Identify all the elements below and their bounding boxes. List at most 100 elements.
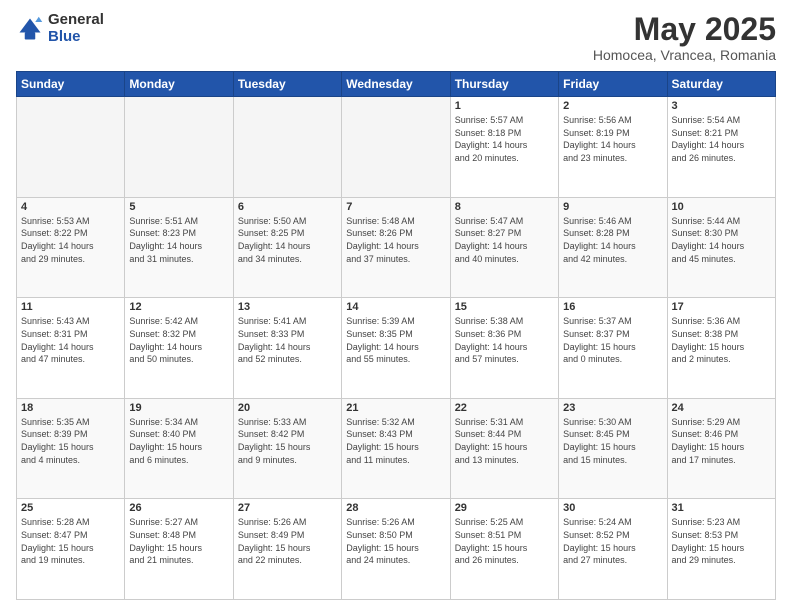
day-number: 4 xyxy=(21,201,120,213)
table-row: 14Sunrise: 5:39 AM Sunset: 8:35 PM Dayli… xyxy=(342,298,450,399)
day-number: 1 xyxy=(455,100,554,112)
day-number: 6 xyxy=(238,201,337,213)
day-info: Sunrise: 5:30 AM Sunset: 8:45 PM Dayligh… xyxy=(563,416,662,466)
col-monday: Monday xyxy=(125,72,233,97)
day-info: Sunrise: 5:56 AM Sunset: 8:19 PM Dayligh… xyxy=(563,114,662,164)
day-info: Sunrise: 5:31 AM Sunset: 8:44 PM Dayligh… xyxy=(455,416,554,466)
table-row xyxy=(17,97,125,198)
table-row: 3Sunrise: 5:54 AM Sunset: 8:21 PM Daylig… xyxy=(667,97,775,198)
day-info: Sunrise: 5:34 AM Sunset: 8:40 PM Dayligh… xyxy=(129,416,228,466)
table-row: 22 Sunrise: 5:31 AM Sunset: 8:44 PM Dayli… xyxy=(450,398,558,499)
day-info: Sunrise: 5:50 AM Sunset: 8:25 PM Dayligh… xyxy=(238,215,337,265)
table-row: 20 Sunrise: 5:33 AM Sunset: 8:42 PM Dayli… xyxy=(233,398,341,499)
day-info: Sunrise: 5:48 AM Sunset: 8:26 PM Dayligh… xyxy=(346,215,445,265)
calendar-header-row: Sunday Monday Tuesday Wednesday Thursday… xyxy=(17,72,776,97)
day-number: 5 xyxy=(129,201,228,213)
day-info: Sunrise: 5:32 AM Sunset: 8:43 PM Dayligh… xyxy=(346,416,445,466)
day-info: Sunrise: 5:23 AM Sunset: 8:53 PM Dayligh… xyxy=(672,516,771,566)
table-row: 15Sunrise: 5:38 AM Sunset: 8:36 PM Dayli… xyxy=(450,298,558,399)
day-info: Sunrise: 5:28 AM Sunset: 8:47 PM Dayligh… xyxy=(21,516,120,566)
day-info: Sunrise: 5:26 AM Sunset: 8:50 PM Dayligh… xyxy=(346,516,445,566)
day-info: Sunrise: 5:53 AM Sunset: 8:22 PM Dayligh… xyxy=(21,215,120,265)
calendar-week-4: 25 Sunrise: 5:28 AM Sunset: 8:47 PM Dayli… xyxy=(17,499,776,600)
day-number: 13 xyxy=(238,301,337,313)
day-number: 27 xyxy=(238,502,337,514)
table-row: 28Sunrise: 5:26 AM Sunset: 8:50 PM Dayli… xyxy=(342,499,450,600)
col-tuesday: Tuesday xyxy=(233,72,341,97)
day-number: 18 xyxy=(21,402,120,414)
day-number: 17 xyxy=(672,301,771,313)
table-row: 29 Sunrise: 5:25 AM Sunset: 8:51 PM Dayli… xyxy=(450,499,558,600)
calendar-week-0: 1 Sunrise: 5:57 AM Sunset: 8:18 PM Daylig… xyxy=(17,97,776,198)
col-saturday: Saturday xyxy=(667,72,775,97)
day-number: 16 xyxy=(563,301,662,313)
month-title: May 2025 xyxy=(593,12,776,47)
day-number: 7 xyxy=(346,201,445,213)
day-info: Sunrise: 5:33 AM Sunset: 8:42 PM Dayligh… xyxy=(238,416,337,466)
day-info: Sunrise: 5:25 AM Sunset: 8:51 PM Dayligh… xyxy=(455,516,554,566)
logo-blue-text: Blue xyxy=(48,29,104,46)
table-row: 25 Sunrise: 5:28 AM Sunset: 8:47 PM Dayli… xyxy=(17,499,125,600)
day-number: 10 xyxy=(672,201,771,213)
table-row: 2Sunrise: 5:56 AM Sunset: 8:19 PM Daylig… xyxy=(559,97,667,198)
table-row: 5 Sunrise: 5:51 AM Sunset: 8:23 PM Daylig… xyxy=(125,197,233,298)
table-row: 26 Sunrise: 5:27 AM Sunset: 8:48 PM Dayli… xyxy=(125,499,233,600)
logo-icon xyxy=(16,15,44,43)
day-info: Sunrise: 5:42 AM Sunset: 8:32 PM Dayligh… xyxy=(129,315,228,365)
day-number: 11 xyxy=(21,301,120,313)
calendar: Sunday Monday Tuesday Wednesday Thursday… xyxy=(16,71,776,600)
table-row: 10 Sunrise: 5:44 AM Sunset: 8:30 PM Dayli… xyxy=(667,197,775,298)
calendar-week-3: 18 Sunrise: 5:35 AM Sunset: 8:39 PM Dayli… xyxy=(17,398,776,499)
table-row: 11 Sunrise: 5:43 AM Sunset: 8:31 PM Dayli… xyxy=(17,298,125,399)
logo-text: General Blue xyxy=(48,12,104,45)
day-info: Sunrise: 5:24 AM Sunset: 8:52 PM Dayligh… xyxy=(563,516,662,566)
day-number: 14 xyxy=(346,301,445,313)
title-block: May 2025 Homocea, Vrancea, Romania xyxy=(593,12,776,63)
day-info: Sunrise: 5:29 AM Sunset: 8:46 PM Dayligh… xyxy=(672,416,771,466)
col-sunday: Sunday xyxy=(17,72,125,97)
logo-general-text: General xyxy=(48,12,104,29)
table-row: 4 Sunrise: 5:53 AM Sunset: 8:22 PM Daylig… xyxy=(17,197,125,298)
day-info: Sunrise: 5:35 AM Sunset: 8:39 PM Dayligh… xyxy=(21,416,120,466)
day-info: Sunrise: 5:51 AM Sunset: 8:23 PM Dayligh… xyxy=(129,215,228,265)
table-row: 8 Sunrise: 5:47 AM Sunset: 8:27 PM Daylig… xyxy=(450,197,558,298)
day-number: 25 xyxy=(21,502,120,514)
table-row: 17 Sunrise: 5:36 AM Sunset: 8:38 PM Dayli… xyxy=(667,298,775,399)
header: General Blue May 2025 Homocea, Vrancea, … xyxy=(16,12,776,63)
table-row: 12Sunrise: 5:42 AM Sunset: 8:32 PM Dayli… xyxy=(125,298,233,399)
day-number: 15 xyxy=(455,301,554,313)
page: General Blue May 2025 Homocea, Vrancea, … xyxy=(0,0,792,612)
day-number: 8 xyxy=(455,201,554,213)
day-info: Sunrise: 5:36 AM Sunset: 8:38 PM Dayligh… xyxy=(672,315,771,365)
day-number: 20 xyxy=(238,402,337,414)
day-number: 19 xyxy=(129,402,228,414)
table-row: 30 Sunrise: 5:24 AM Sunset: 8:52 PM Dayli… xyxy=(559,499,667,600)
table-row: 9Sunrise: 5:46 AM Sunset: 8:28 PM Daylig… xyxy=(559,197,667,298)
day-info: Sunrise: 5:44 AM Sunset: 8:30 PM Dayligh… xyxy=(672,215,771,265)
day-number: 23 xyxy=(563,402,662,414)
table-row: 21 Sunrise: 5:32 AM Sunset: 8:43 PM Dayli… xyxy=(342,398,450,499)
table-row: 31Sunrise: 5:23 AM Sunset: 8:53 PM Dayli… xyxy=(667,499,775,600)
day-info: Sunrise: 5:47 AM Sunset: 8:27 PM Dayligh… xyxy=(455,215,554,265)
table-row: 23 Sunrise: 5:30 AM Sunset: 8:45 PM Dayli… xyxy=(559,398,667,499)
day-number: 9 xyxy=(563,201,662,213)
table-row: 27Sunrise: 5:26 AM Sunset: 8:49 PM Dayli… xyxy=(233,499,341,600)
logo: General Blue xyxy=(16,12,104,45)
table-row xyxy=(125,97,233,198)
day-number: 26 xyxy=(129,502,228,514)
day-info: Sunrise: 5:54 AM Sunset: 8:21 PM Dayligh… xyxy=(672,114,771,164)
day-number: 30 xyxy=(563,502,662,514)
day-info: Sunrise: 5:37 AM Sunset: 8:37 PM Dayligh… xyxy=(563,315,662,365)
table-row: 19 Sunrise: 5:34 AM Sunset: 8:40 PM Dayli… xyxy=(125,398,233,499)
col-wednesday: Wednesday xyxy=(342,72,450,97)
table-row: 6 Sunrise: 5:50 AM Sunset: 8:25 PM Daylig… xyxy=(233,197,341,298)
day-number: 21 xyxy=(346,402,445,414)
col-friday: Friday xyxy=(559,72,667,97)
day-number: 24 xyxy=(672,402,771,414)
table-row: 18 Sunrise: 5:35 AM Sunset: 8:39 PM Dayli… xyxy=(17,398,125,499)
day-info: Sunrise: 5:57 AM Sunset: 8:18 PM Dayligh… xyxy=(455,114,554,164)
day-info: Sunrise: 5:43 AM Sunset: 8:31 PM Dayligh… xyxy=(21,315,120,365)
day-info: Sunrise: 5:27 AM Sunset: 8:48 PM Dayligh… xyxy=(129,516,228,566)
day-number: 29 xyxy=(455,502,554,514)
day-number: 22 xyxy=(455,402,554,414)
